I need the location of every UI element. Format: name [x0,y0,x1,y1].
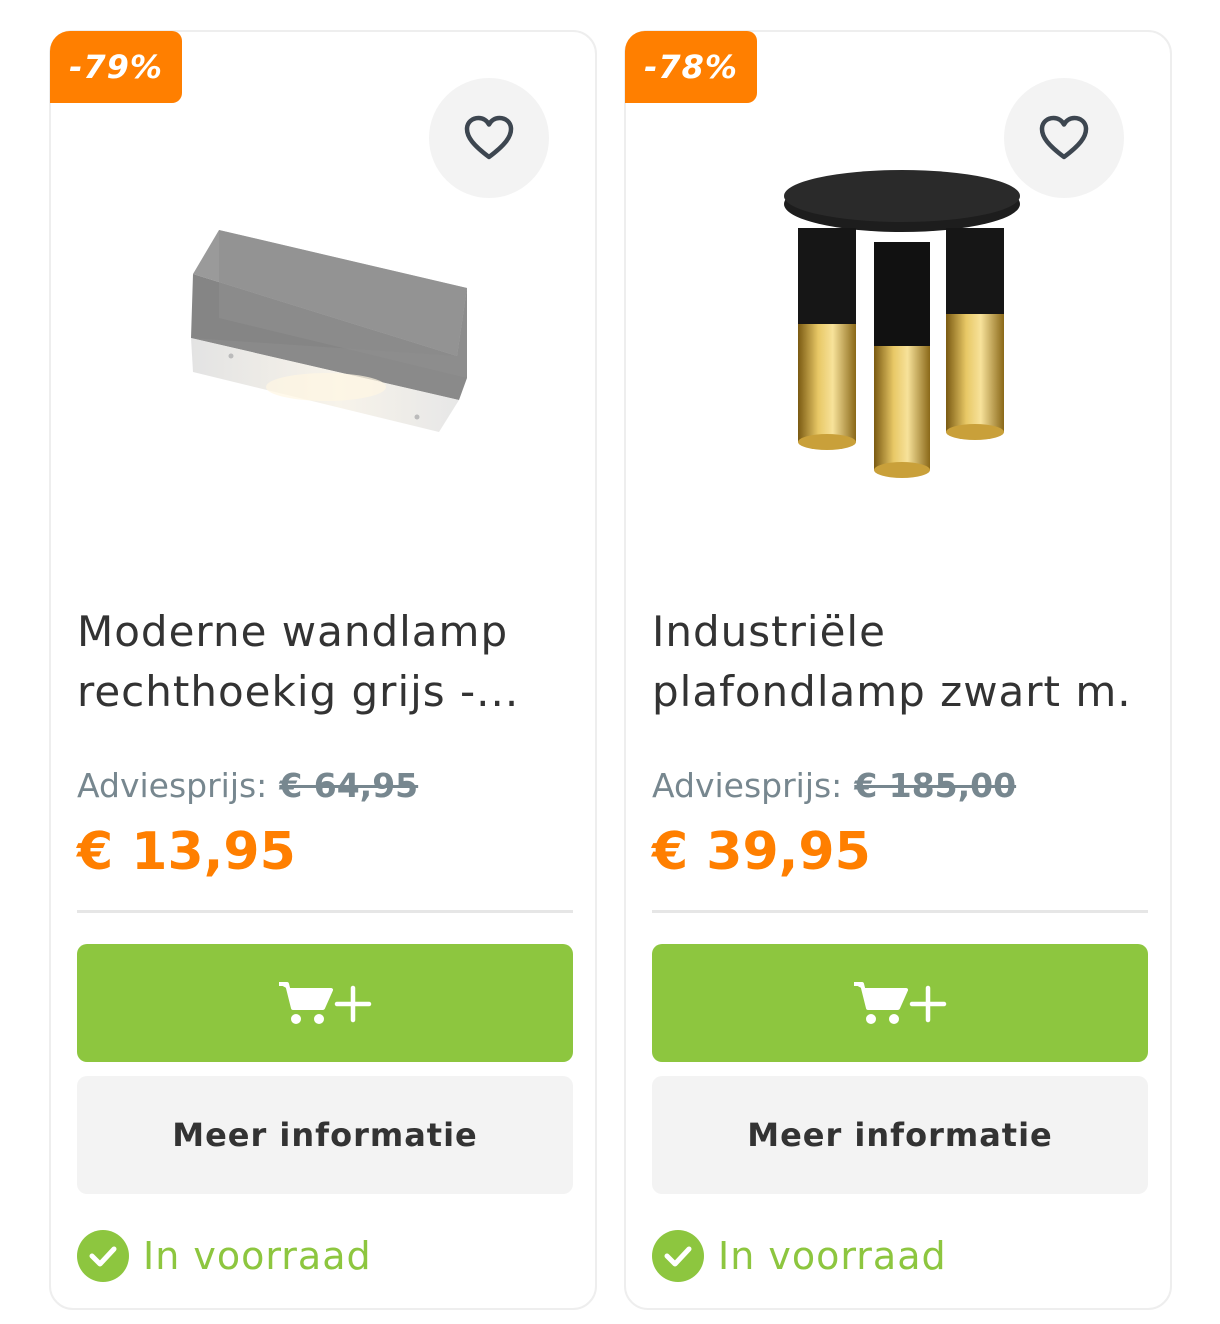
sale-price: € 39,95 [652,822,871,882]
product-image[interactable] [686,132,1106,552]
advice-price-label: Adviesprijs: [652,766,843,805]
stock-status: In voorraad [77,1230,372,1282]
stock-status: In voorraad [652,1230,947,1282]
check-circle-icon [77,1230,129,1282]
stock-label: In voorraad [143,1234,372,1278]
black-gold-ceiling-lamp-image [784,170,1020,478]
product-title[interactable]: Industriële plafondlamp zwart m... [652,602,1132,722]
more-info-button[interactable]: Meer informatie [77,1076,573,1194]
product-title-line: Industriële [652,607,886,656]
old-price: € 185,00 [854,766,1017,805]
advice-price: Adviesprijs: € 64,95 [77,766,418,805]
old-price: € 64,95 [279,766,419,805]
product-title-line: plafondlamp zwart m... [652,667,1132,716]
grey-wall-lamp-image [191,230,467,432]
product-title-line: Moderne wandlamp [77,607,509,656]
check-circle-icon [652,1230,704,1282]
product-title[interactable]: Moderne wandlamp rechthoekig grijs -... [77,602,557,722]
product-title-line: rechthoekig grijs -... [77,667,520,716]
cart-plus-icon [854,982,947,1024]
advice-price-label: Adviesprijs: [77,766,268,805]
product-card[interactable]: -78% Industriële plafondlamp zwart m... … [624,30,1172,1310]
add-to-cart-button[interactable] [77,944,573,1062]
discount-badge: -79% [50,31,182,103]
discount-badge: -78% [625,31,757,103]
advice-price: Adviesprijs: € 185,00 [652,766,1016,805]
divider [652,910,1148,913]
product-image[interactable] [111,132,531,552]
more-info-button[interactable]: Meer informatie [652,1076,1148,1194]
product-card[interactable]: -79% Moderne wandlamp rechthoekig grijs … [49,30,597,1310]
add-to-cart-button[interactable] [652,944,1148,1062]
stock-label: In voorraad [718,1234,947,1278]
divider [77,910,573,913]
sale-price: € 13,95 [77,822,296,882]
cart-plus-icon [279,982,372,1024]
